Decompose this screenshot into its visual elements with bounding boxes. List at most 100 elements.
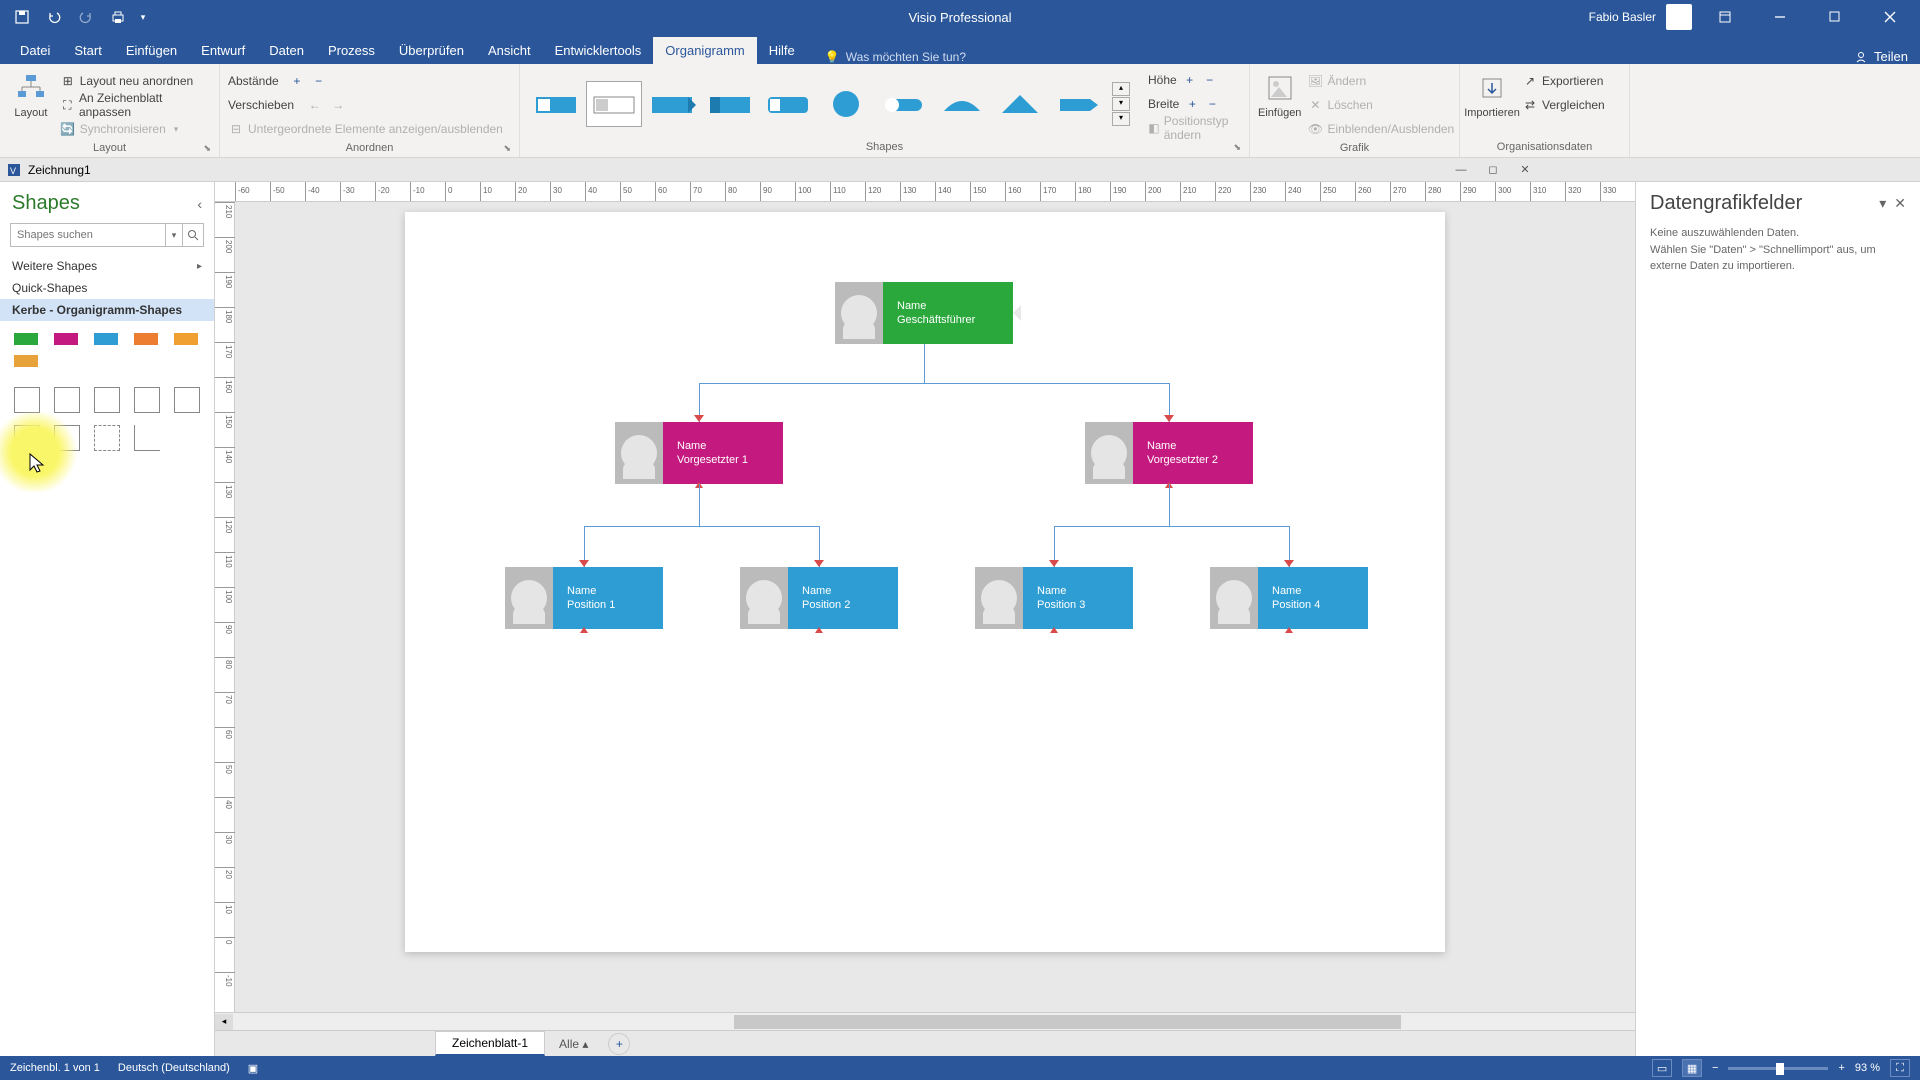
shape-style-5[interactable]	[760, 81, 816, 127]
macro-recorder-icon[interactable]: ▣	[248, 1062, 258, 1075]
stencil-shape-1[interactable]	[14, 387, 40, 413]
abstaende-button[interactable]: Abstände + −	[228, 70, 511, 92]
stencil-shape-2[interactable]	[54, 387, 80, 413]
tell-me-search[interactable]: 💡 Was möchten Sie tun?	[825, 50, 966, 64]
tab-organigramm[interactable]: Organigramm	[653, 37, 756, 64]
tab-datei[interactable]: Datei	[8, 37, 62, 64]
stencil-shape-9[interactable]	[134, 425, 160, 451]
tab-einfuegen[interactable]: Einfügen	[114, 37, 189, 64]
close-button[interactable]	[1867, 0, 1912, 34]
user-name[interactable]: Fabio Basler	[1589, 10, 1656, 24]
redo-button[interactable]	[72, 3, 100, 31]
stencil-shape-3[interactable]	[94, 387, 120, 413]
fit-page-button[interactable]: ⛶	[1890, 1059, 1910, 1077]
shape-style-8[interactable]	[934, 81, 990, 127]
shapes-search-go[interactable]	[182, 224, 203, 246]
layout-launcher[interactable]: ⬊	[203, 143, 211, 154]
tab-ansicht[interactable]: Ansicht	[476, 37, 543, 64]
qat-customize-button[interactable]: ▾	[136, 3, 150, 31]
org-node-p3[interactable]: NamePosition 3	[975, 567, 1133, 629]
shapes-pane-collapse-button[interactable]: ‹	[197, 196, 202, 212]
org-node-m2[interactable]: NameVorgesetzter 2	[1085, 422, 1253, 484]
all-pages-button[interactable]: Alle ▴	[547, 1033, 600, 1055]
swatch-orange3[interactable]	[14, 355, 38, 367]
shape-style-gallery[interactable]: ▴ ▾ ▾	[528, 81, 1130, 127]
stencil-shape-6[interactable]	[14, 425, 40, 451]
shape-style-6[interactable]	[818, 81, 874, 127]
stencil-shape-5[interactable]	[174, 387, 200, 413]
doc-close-button[interactable]: ✕	[1510, 160, 1540, 180]
save-button[interactable]	[8, 3, 36, 31]
kerbe-stencil[interactable]: Kerbe - Organigramm-Shapes	[0, 299, 214, 321]
drawing-page[interactable]: NameGeschäftsführerNameVorgesetzter 1Nam…	[405, 212, 1445, 952]
shape-style-9[interactable]	[992, 81, 1048, 127]
share-button[interactable]: Teilen	[1854, 49, 1908, 64]
positionstyp-button[interactable]: ◧Positionstyp ändern	[1148, 117, 1241, 139]
zoom-level[interactable]: 93 %	[1855, 1062, 1880, 1074]
importieren-button[interactable]: Importieren	[1468, 68, 1516, 119]
shape-style-2[interactable]	[586, 81, 642, 127]
grafik-einfuegen-button[interactable]: Einfügen	[1258, 68, 1301, 119]
zeichenblatt-anpassen-button[interactable]: ⛶An Zeichenblatt anpassen	[60, 94, 211, 116]
connector[interactable]	[699, 484, 700, 526]
presentation-mode-button[interactable]: ▭	[1652, 1059, 1672, 1077]
untergeordnete-button[interactable]: ⊟Untergeordnete Elemente anzeigen/ausble…	[228, 118, 511, 140]
quick-shapes-link[interactable]: Quick-Shapes	[0, 277, 214, 299]
stencil-shape-4[interactable]	[134, 387, 160, 413]
user-avatar[interactable]	[1666, 4, 1692, 30]
anordnen-launcher[interactable]: ⬊	[503, 143, 511, 154]
layout-button[interactable]: Layout	[8, 68, 54, 119]
zoom-out-button[interactable]: −	[1712, 1062, 1718, 1074]
language-status[interactable]: Deutsch (Deutschland)	[118, 1062, 230, 1074]
swatch-orange2[interactable]	[174, 333, 198, 345]
weitere-shapes-link[interactable]: Weitere Shapes▸	[0, 255, 214, 277]
undo-button[interactable]	[40, 3, 68, 31]
einblenden-button[interactable]: 👁Einblenden/Ausblenden	[1307, 118, 1454, 140]
tab-daten[interactable]: Daten	[257, 37, 316, 64]
page-width-button[interactable]: ▦	[1682, 1059, 1702, 1077]
tab-prozess[interactable]: Prozess	[316, 37, 387, 64]
h-scroll-thumb[interactable]	[734, 1015, 1402, 1029]
doc-maximize-button[interactable]: ◻	[1478, 160, 1508, 180]
tab-entwicklertools[interactable]: Entwicklertools	[543, 37, 654, 64]
aendern-button[interactable]: 🖼Ändern	[1307, 70, 1454, 92]
vergleichen-button[interactable]: ⇄Vergleichen	[1522, 94, 1605, 116]
gallery-down-button[interactable]: ▾	[1112, 97, 1130, 111]
org-node-p1[interactable]: NamePosition 1	[505, 567, 663, 629]
org-node-p2[interactable]: NamePosition 2	[740, 567, 898, 629]
hoehe-control[interactable]: Höhe+−	[1148, 69, 1241, 91]
connector[interactable]	[924, 344, 925, 383]
zoom-knob[interactable]	[1776, 1063, 1784, 1075]
exportieren-button[interactable]: ↗Exportieren	[1522, 70, 1605, 92]
org-node-ceo[interactable]: NameGeschäftsführer	[835, 282, 1013, 344]
tab-entwurf[interactable]: Entwurf	[189, 37, 257, 64]
minimize-button[interactable]	[1757, 0, 1802, 34]
rp-close-button[interactable]: ✕	[1894, 195, 1906, 212]
gallery-up-button[interactable]: ▴	[1112, 82, 1130, 96]
org-node-p4[interactable]: NamePosition 4	[1210, 567, 1368, 629]
shape-style-1[interactable]	[528, 81, 584, 127]
zoom-in-button[interactable]: +	[1838, 1062, 1844, 1074]
shapes-search-dropdown[interactable]: ▾	[165, 224, 182, 246]
stencil-shape-7[interactable]	[54, 425, 80, 451]
swatch-green[interactable]	[14, 333, 38, 345]
shapes-launcher[interactable]: ⬊	[1233, 142, 1241, 153]
vertical-ruler[interactable]: 2102001901801701601501401301201101009080…	[215, 202, 235, 1012]
layout-neu-anordnen-button[interactable]: ⊞Layout neu anordnen	[60, 70, 211, 92]
shape-style-3[interactable]	[644, 81, 700, 127]
tab-hilfe[interactable]: Hilfe	[757, 37, 807, 64]
connector[interactable]	[1169, 484, 1170, 526]
swatch-orange[interactable]	[134, 333, 158, 345]
loeschen-button[interactable]: ✕Löschen	[1307, 94, 1454, 116]
shape-style-4[interactable]	[702, 81, 758, 127]
ribbon-display-button[interactable]	[1702, 0, 1747, 34]
shapes-search[interactable]: ▾	[10, 223, 204, 247]
swatch-blue[interactable]	[94, 333, 118, 345]
connector[interactable]	[1054, 526, 1289, 527]
tab-start[interactable]: Start	[62, 37, 113, 64]
shape-style-10[interactable]	[1050, 81, 1106, 127]
connector[interactable]	[699, 383, 1169, 384]
shapes-search-input[interactable]	[11, 224, 165, 246]
breite-control[interactable]: Breite+−	[1148, 93, 1241, 115]
print-button[interactable]	[104, 3, 132, 31]
